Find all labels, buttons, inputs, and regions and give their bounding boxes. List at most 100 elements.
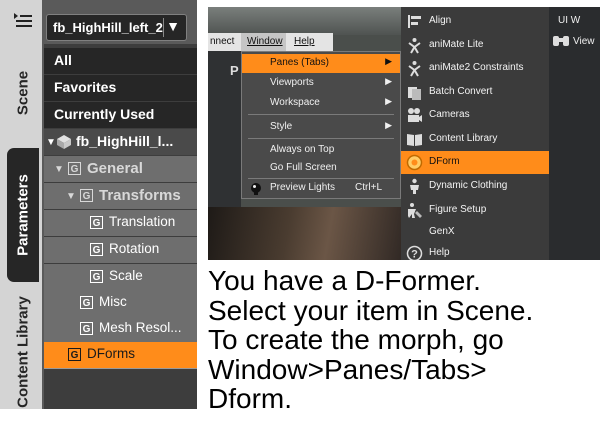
menu-item-workspace[interactable]: Workspace ▶ xyxy=(242,94,400,113)
side-tab-strip: Scene Parameters Content Library xyxy=(0,0,42,409)
pane-menu-icon xyxy=(14,13,32,27)
tree-item-favorites[interactable]: Favorites xyxy=(44,75,197,101)
submenu-item-dform[interactable]: DForm xyxy=(401,151,549,174)
menu-item-always-on-top[interactable]: Always on Top xyxy=(242,141,400,160)
tree-item-label: Scale xyxy=(109,268,143,283)
menu-item-preview-lights[interactable]: Preview Lights Ctrl+L xyxy=(242,179,400,198)
node-selector-dropdown[interactable]: fb_HighHill_left_2 ▼ xyxy=(46,14,187,41)
submenu-item-label: Align xyxy=(429,15,452,26)
submenu-item-dynamic-clothing[interactable]: Dynamic Clothing xyxy=(401,175,549,198)
instruction-line: Window>Panes/Tabs> xyxy=(208,353,487,385)
tree-item-label: fb_HighHill_l... xyxy=(76,133,174,149)
background-pane xyxy=(208,51,241,231)
pane-options-button[interactable] xyxy=(7,7,40,34)
binoculars-icon[interactable] xyxy=(552,34,570,48)
tree-item-all[interactable]: All xyxy=(44,48,197,74)
submenu-item-label: DForm xyxy=(429,156,460,167)
submenu-item-align[interactable]: Align xyxy=(401,10,549,33)
submenu-item-batch-convert[interactable]: Batch Convert xyxy=(401,81,549,104)
tree-item-rotation[interactable]: G Rotation xyxy=(44,237,197,263)
tree-item-scale[interactable]: G Scale xyxy=(44,264,197,290)
tree-item-label: Rotation xyxy=(109,241,160,256)
group-icon: G xyxy=(90,270,103,283)
group-icon: G xyxy=(90,243,103,256)
tree-item-translation[interactable]: G Translation xyxy=(44,210,197,236)
menu-item-panes-tabs[interactable]: Panes (Tabs) ▶ xyxy=(242,54,400,73)
book-icon xyxy=(407,134,422,146)
panes-tabs-submenu: Align aniMate Lite aniMate2 Constraints … xyxy=(401,7,549,260)
tree-item-node[interactable]: ▼ fb_HighHill_l... xyxy=(44,129,197,155)
menu-item-style[interactable]: Style ▶ xyxy=(242,118,400,137)
submenu-arrow-icon: ▶ xyxy=(385,76,392,86)
window-menu: Panes (Tabs) ▶ Viewports ▶ Workspace ▶ S… xyxy=(241,51,401,199)
tree-item-label: All xyxy=(54,52,72,68)
batch-convert-icon xyxy=(408,87,421,100)
animate-constraints-icon xyxy=(408,61,421,77)
submenu-arrow-icon: ▶ xyxy=(385,120,392,130)
tree-item-currently-used[interactable]: Currently Used xyxy=(44,102,197,128)
expand-triangle-icon[interactable]: ▼ xyxy=(46,137,56,148)
tab-content-library[interactable]: Content Library xyxy=(7,295,39,409)
submenu-item-cameras[interactable]: Cameras xyxy=(401,104,549,127)
group-icon: G xyxy=(90,216,103,229)
tab-parameters-label: Parameters xyxy=(14,174,32,256)
right-toolbar: UI W View xyxy=(549,7,600,260)
tab-scene[interactable]: Scene xyxy=(7,58,39,128)
menubar: nnect Window Help xyxy=(208,33,333,51)
tree-item-general[interactable]: ▼ G General xyxy=(44,156,197,182)
tab-parameters[interactable]: Parameters xyxy=(7,148,39,282)
chevron-down-icon: ▼ xyxy=(166,18,180,34)
expand-triangle-icon[interactable]: ▼ xyxy=(54,164,64,175)
instruction-line: To create the morph, go xyxy=(208,324,504,355)
submenu-item-label: Batch Convert xyxy=(429,86,493,97)
menu-item-shortcut: Ctrl+L xyxy=(355,182,382,193)
parameters-panel: Scene Parameters Content Library fb_High… xyxy=(0,0,197,409)
submenu-item-label: Figure Setup xyxy=(429,204,487,215)
dform-icon xyxy=(406,154,423,171)
help-icon: ? xyxy=(406,245,423,260)
menu-connect[interactable]: nnect xyxy=(210,36,234,47)
submenu-item-genx[interactable]: GenX xyxy=(401,221,549,244)
tree-item-label: Transforms xyxy=(99,187,181,204)
align-icon xyxy=(408,15,421,28)
tree-item-label: Currently Used xyxy=(54,106,155,122)
submenu-item-label: Content Library xyxy=(429,133,498,144)
menu-item-go-full-screen[interactable]: Go Full Screen xyxy=(242,159,400,178)
submenu-item-label: Help xyxy=(429,247,450,258)
background-letter: P xyxy=(230,63,239,78)
tree-item-misc[interactable]: G Misc xyxy=(44,290,197,316)
dropdown-divider xyxy=(163,18,164,37)
submenu-item-help[interactable]: ? Help xyxy=(401,242,549,260)
submenu-arrow-icon: ▶ xyxy=(385,96,392,106)
submenu-item-content-library[interactable]: Content Library xyxy=(401,128,549,151)
submenu-item-animate2-constraints[interactable]: aniMate2 Constraints xyxy=(401,57,549,80)
group-icon: G xyxy=(80,322,93,335)
menu-item-viewports[interactable]: Viewports ▶ xyxy=(242,74,400,93)
menu-item-label: Preview Lights xyxy=(270,182,336,193)
svg-text:?: ? xyxy=(411,249,418,261)
instruction-text: You have a D-Former. Select your item in… xyxy=(208,266,600,414)
menu-window-label: Window xyxy=(247,36,283,47)
menu-help[interactable]: Help xyxy=(294,36,315,47)
tab-content-library-label: Content Library xyxy=(14,296,32,408)
view-label[interactable]: View xyxy=(573,36,595,47)
figure-node-icon xyxy=(57,135,71,149)
menu-window[interactable]: Window xyxy=(241,33,286,51)
menu-screenshot: nnect Window Help P Panes (Tabs) ▶ Viewp… xyxy=(208,7,600,260)
menu-separator xyxy=(248,114,394,115)
tree-item-label: Misc xyxy=(99,294,127,309)
submenu-item-figure-setup[interactable]: Figure Setup xyxy=(401,199,549,222)
tree-item-label: Mesh Resol... xyxy=(99,320,182,335)
tree-item-transforms[interactable]: ▼ G Transforms xyxy=(44,183,197,209)
menu-item-label: Workspace xyxy=(270,97,320,108)
tree-item-mesh-resolution[interactable]: G Mesh Resol... xyxy=(44,316,197,342)
submenu-item-label: Dynamic Clothing xyxy=(429,180,508,191)
expand-triangle-icon[interactable]: ▼ xyxy=(66,191,76,202)
menu-item-label: Go Full Screen xyxy=(270,162,337,173)
tree-item-dforms[interactable]: G DForms xyxy=(44,342,197,368)
submenu-item-animate-lite[interactable]: aniMate Lite xyxy=(401,34,549,57)
submenu-item-label: GenX xyxy=(429,226,455,237)
menu-item-label: Always on Top xyxy=(270,144,335,155)
menu-separator xyxy=(248,138,394,139)
submenu-item-label: aniMate2 Constraints xyxy=(429,62,524,73)
